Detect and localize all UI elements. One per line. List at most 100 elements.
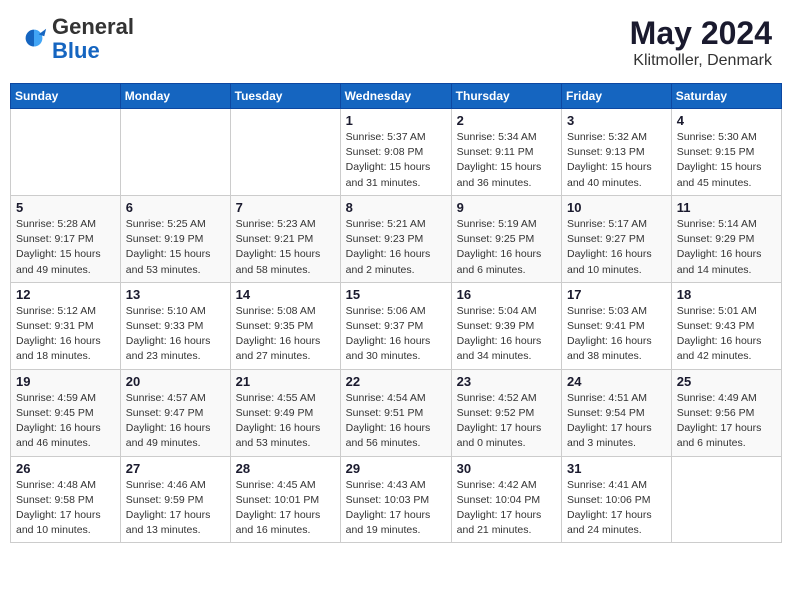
day-info: Sunrise: 4:48 AMSunset: 9:58 PMDaylight:… xyxy=(16,478,115,539)
week-row-5: 26 Sunrise: 4:48 AMSunset: 9:58 PMDayligh… xyxy=(11,456,782,543)
day-number: 28 xyxy=(236,461,335,476)
weekday-header-tuesday: Tuesday xyxy=(230,84,340,109)
calendar-cell xyxy=(671,456,781,543)
day-info: Sunrise: 4:49 AMSunset: 9:56 PMDaylight:… xyxy=(677,391,776,452)
day-info: Sunrise: 5:03 AMSunset: 9:41 PMDaylight:… xyxy=(567,304,666,365)
day-number: 8 xyxy=(346,200,446,215)
day-info: Sunrise: 5:12 AMSunset: 9:31 PMDaylight:… xyxy=(16,304,115,365)
day-number: 18 xyxy=(677,287,776,302)
calendar-cell: 17 Sunrise: 5:03 AMSunset: 9:41 PMDayligh… xyxy=(562,282,672,369)
calendar-cell: 20 Sunrise: 4:57 AMSunset: 9:47 PMDayligh… xyxy=(120,369,230,456)
logo-text: General Blue xyxy=(52,15,134,63)
week-row-1: 1 Sunrise: 5:37 AMSunset: 9:08 PMDaylight… xyxy=(11,109,782,196)
title-block: May 2024 Klitmoller, Denmark xyxy=(630,15,772,70)
calendar-cell: 14 Sunrise: 5:08 AMSunset: 9:35 PMDayligh… xyxy=(230,282,340,369)
weekday-row: SundayMondayTuesdayWednesdayThursdayFrid… xyxy=(11,84,782,109)
calendar-cell: 7 Sunrise: 5:23 AMSunset: 9:21 PMDaylight… xyxy=(230,195,340,282)
day-info: Sunrise: 5:32 AMSunset: 9:13 PMDaylight:… xyxy=(567,130,666,191)
calendar-cell: 4 Sunrise: 5:30 AMSunset: 9:15 PMDaylight… xyxy=(671,109,781,196)
page-header: General Blue May 2024 Klitmoller, Denmar… xyxy=(10,10,782,75)
day-number: 14 xyxy=(236,287,335,302)
day-info: Sunrise: 4:57 AMSunset: 9:47 PMDaylight:… xyxy=(126,391,225,452)
day-info: Sunrise: 4:42 AMSunset: 10:04 PMDaylight… xyxy=(457,478,556,539)
day-info: Sunrise: 5:04 AMSunset: 9:39 PMDaylight:… xyxy=(457,304,556,365)
day-number: 1 xyxy=(346,113,446,128)
day-number: 9 xyxy=(457,200,556,215)
weekday-header-saturday: Saturday xyxy=(671,84,781,109)
day-info: Sunrise: 5:21 AMSunset: 9:23 PMDaylight:… xyxy=(346,217,446,278)
logo-blue-text: Blue xyxy=(52,38,100,63)
day-number: 10 xyxy=(567,200,666,215)
calendar-cell: 29 Sunrise: 4:43 AMSunset: 10:03 PMDaylig… xyxy=(340,456,451,543)
calendar-table: SundayMondayTuesdayWednesdayThursdayFrid… xyxy=(10,83,782,543)
calendar-cell: 10 Sunrise: 5:17 AMSunset: 9:27 PMDayligh… xyxy=(562,195,672,282)
day-number: 6 xyxy=(126,200,225,215)
calendar-cell: 11Sunrise: 5:14 AMSunset: 9:29 PMDayligh… xyxy=(671,195,781,282)
calendar-cell: 25 Sunrise: 4:49 AMSunset: 9:56 PMDayligh… xyxy=(671,369,781,456)
day-number: 26 xyxy=(16,461,115,476)
day-number: 19 xyxy=(16,374,115,389)
day-info: Sunrise: 5:17 AMSunset: 9:27 PMDaylight:… xyxy=(567,217,666,278)
weekday-header-monday: Monday xyxy=(120,84,230,109)
calendar-header: SundayMondayTuesdayWednesdayThursdayFrid… xyxy=(11,84,782,109)
calendar-cell: 27 Sunrise: 4:46 AMSunset: 9:59 PMDayligh… xyxy=(120,456,230,543)
week-row-2: 5 Sunrise: 5:28 AMSunset: 9:17 PMDaylight… xyxy=(11,195,782,282)
calendar-body: 1 Sunrise: 5:37 AMSunset: 9:08 PMDaylight… xyxy=(11,109,782,543)
day-number: 29 xyxy=(346,461,446,476)
week-row-3: 12 Sunrise: 5:12 AMSunset: 9:31 PMDayligh… xyxy=(11,282,782,369)
week-row-4: 19Sunrise: 4:59 AMSunset: 9:45 PMDayligh… xyxy=(11,369,782,456)
calendar-cell: 6Sunrise: 5:25 AMSunset: 9:19 PMDaylight… xyxy=(120,195,230,282)
day-info: Sunrise: 5:30 AMSunset: 9:15 PMDaylight:… xyxy=(677,130,776,191)
day-number: 20 xyxy=(126,374,225,389)
day-number: 24 xyxy=(567,374,666,389)
day-info: Sunrise: 5:23 AMSunset: 9:21 PMDaylight:… xyxy=(236,217,335,278)
calendar-cell: 30Sunrise: 4:42 AMSunset: 10:04 PMDaylig… xyxy=(451,456,561,543)
day-number: 7 xyxy=(236,200,335,215)
weekday-header-friday: Friday xyxy=(562,84,672,109)
day-number: 13 xyxy=(126,287,225,302)
calendar-title: May 2024 xyxy=(630,15,772,52)
day-info: Sunrise: 5:19 AMSunset: 9:25 PMDaylight:… xyxy=(457,217,556,278)
day-number: 17 xyxy=(567,287,666,302)
calendar-cell xyxy=(120,109,230,196)
day-info: Sunrise: 5:10 AMSunset: 9:33 PMDaylight:… xyxy=(126,304,225,365)
day-number: 15 xyxy=(346,287,446,302)
day-number: 23 xyxy=(457,374,556,389)
calendar-cell: 28Sunrise: 4:45 AMSunset: 10:01 PMDaylig… xyxy=(230,456,340,543)
day-info: Sunrise: 5:14 AMSunset: 9:29 PMDaylight:… xyxy=(677,217,776,278)
calendar-cell: 24 Sunrise: 4:51 AMSunset: 9:54 PMDayligh… xyxy=(562,369,672,456)
calendar-cell xyxy=(11,109,121,196)
weekday-header-sunday: Sunday xyxy=(11,84,121,109)
calendar-cell xyxy=(230,109,340,196)
day-info: Sunrise: 5:01 AMSunset: 9:43 PMDaylight:… xyxy=(677,304,776,365)
day-info: Sunrise: 5:34 AMSunset: 9:11 PMDaylight:… xyxy=(457,130,556,191)
calendar-cell: 9 Sunrise: 5:19 AMSunset: 9:25 PMDaylight… xyxy=(451,195,561,282)
day-info: Sunrise: 5:37 AMSunset: 9:08 PMDaylight:… xyxy=(346,130,446,191)
day-info: Sunrise: 4:52 AMSunset: 9:52 PMDaylight:… xyxy=(457,391,556,452)
day-number: 27 xyxy=(126,461,225,476)
day-info: Sunrise: 5:28 AMSunset: 9:17 PMDaylight:… xyxy=(16,217,115,278)
calendar-cell: 16 Sunrise: 5:04 AMSunset: 9:39 PMDayligh… xyxy=(451,282,561,369)
day-info: Sunrise: 4:51 AMSunset: 9:54 PMDaylight:… xyxy=(567,391,666,452)
day-number: 16 xyxy=(457,287,556,302)
calendar-cell: 12 Sunrise: 5:12 AMSunset: 9:31 PMDayligh… xyxy=(11,282,121,369)
calendar-cell: 1 Sunrise: 5:37 AMSunset: 9:08 PMDaylight… xyxy=(340,109,451,196)
calendar-cell: 21Sunrise: 4:55 AMSunset: 9:49 PMDayligh… xyxy=(230,369,340,456)
day-info: Sunrise: 4:46 AMSunset: 9:59 PMDaylight:… xyxy=(126,478,225,539)
logo-general-text: General xyxy=(52,14,134,39)
day-number: 2 xyxy=(457,113,556,128)
day-number: 25 xyxy=(677,374,776,389)
calendar-cell: 8 Sunrise: 5:21 AMSunset: 9:23 PMDaylight… xyxy=(340,195,451,282)
calendar-cell: 13 Sunrise: 5:10 AMSunset: 9:33 PMDayligh… xyxy=(120,282,230,369)
weekday-header-wednesday: Wednesday xyxy=(340,84,451,109)
day-number: 5 xyxy=(16,200,115,215)
day-info: Sunrise: 4:43 AMSunset: 10:03 PMDaylight… xyxy=(346,478,446,539)
calendar-cell: 19Sunrise: 4:59 AMSunset: 9:45 PMDayligh… xyxy=(11,369,121,456)
day-info: Sunrise: 4:41 AMSunset: 10:06 PMDaylight… xyxy=(567,478,666,539)
day-number: 31 xyxy=(567,461,666,476)
day-number: 4 xyxy=(677,113,776,128)
day-number: 12 xyxy=(16,287,115,302)
day-info: Sunrise: 5:08 AMSunset: 9:35 PMDaylight:… xyxy=(236,304,335,365)
day-info: Sunrise: 4:54 AMSunset: 9:51 PMDaylight:… xyxy=(346,391,446,452)
calendar-cell: 22Sunrise: 4:54 AMSunset: 9:51 PMDayligh… xyxy=(340,369,451,456)
